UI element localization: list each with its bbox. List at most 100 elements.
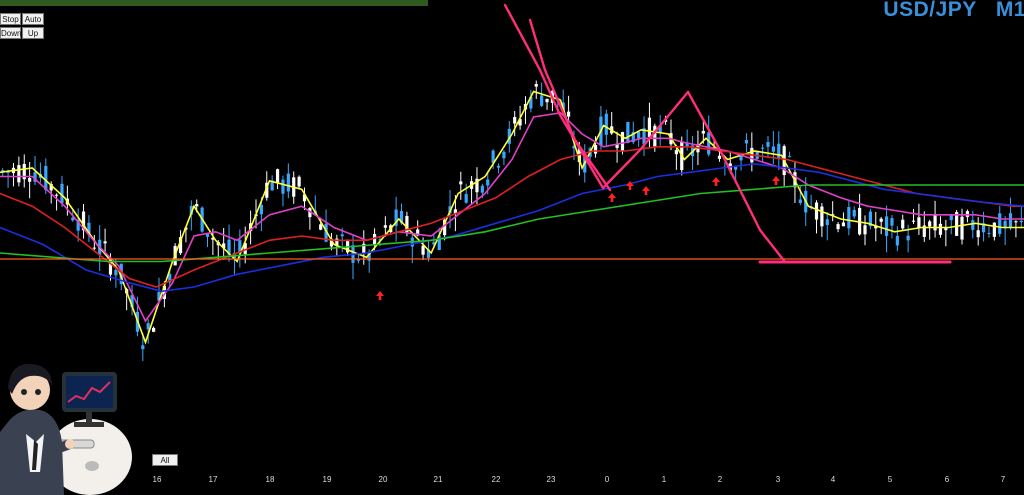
candle-body [771, 146, 775, 152]
candle-body [895, 235, 899, 246]
x-tick-label: 6 [944, 475, 950, 484]
candle-body [92, 247, 96, 249]
candle-body [847, 207, 851, 229]
x-tick-label: 2 [717, 475, 723, 484]
candle-body [998, 213, 1002, 234]
candle-body [906, 235, 910, 241]
candle-body [960, 216, 964, 240]
up-arrow-signal-1 [376, 291, 384, 300]
candle-body [955, 212, 959, 236]
presenter-avatar-image [0, 363, 132, 495]
candle-body [566, 111, 571, 117]
candle-body [54, 194, 59, 196]
candle-body [992, 222, 996, 237]
stop-button[interactable]: Stop [0, 13, 21, 25]
candle-body [626, 122, 630, 143]
up-button[interactable]: Up [22, 27, 44, 39]
candle-body [938, 223, 943, 235]
candle-body [319, 224, 323, 230]
candle-body [766, 142, 770, 147]
candle-body [259, 204, 263, 215]
candle-body [421, 245, 425, 255]
candle-body [701, 130, 705, 134]
candle-body [383, 225, 387, 228]
price-chart [0, 3, 1024, 362]
candle-body [513, 117, 517, 124]
candle-body [1008, 213, 1013, 229]
candle-body [901, 219, 905, 229]
candle-body [275, 169, 280, 183]
candle-body [647, 117, 652, 137]
candle-body [852, 209, 856, 217]
candle-body [534, 84, 538, 87]
x-tick-label: 0 [604, 475, 610, 484]
candle-body [195, 204, 199, 207]
symbol-label: USD/JPY M1 [883, 0, 1024, 22]
x-tick-label: 4 [830, 475, 836, 484]
candle-body [825, 219, 829, 225]
candle-body [761, 147, 765, 149]
timeframe-label: M1 [995, 0, 1024, 21]
down-button[interactable]: Down [0, 27, 21, 39]
candle-body [637, 131, 641, 139]
candle-body [863, 225, 867, 235]
candle-body [890, 218, 894, 226]
x-tick-label: 3 [775, 475, 781, 484]
candle-body [884, 216, 889, 236]
candle-body [545, 98, 549, 103]
candle-body [836, 224, 840, 230]
candle-body [17, 165, 21, 183]
up-arrow-signal-2 [608, 193, 616, 202]
candle-body [707, 132, 711, 155]
candle-body [674, 150, 678, 155]
trend-annotations [503, 3, 952, 264]
candle-body [879, 218, 883, 222]
x-tick-label: 22 [491, 475, 501, 484]
up-arrow-signal-6 [772, 176, 780, 185]
candle-body [911, 220, 916, 222]
candle-body [971, 220, 975, 230]
candle-body [486, 179, 490, 186]
candle-body [464, 194, 468, 203]
candle-body [976, 230, 980, 238]
candle-body [787, 156, 792, 158]
candle-body [928, 221, 932, 227]
candle-body [286, 173, 290, 192]
candle-body [814, 202, 819, 220]
candle-body [480, 185, 484, 193]
candle-body [114, 269, 118, 276]
candle-body [152, 327, 156, 332]
candle-body [604, 113, 608, 135]
candle-body [841, 222, 846, 227]
x-tick-label: 20 [378, 475, 388, 484]
x-tick-label: 5 [887, 475, 893, 484]
candle-body [28, 177, 32, 182]
candle-body [44, 165, 48, 191]
auto-button[interactable]: Auto [22, 13, 44, 25]
candle-body [798, 199, 802, 203]
candle-body [141, 345, 145, 350]
all-button[interactable]: All [152, 454, 178, 466]
candle-body [820, 206, 824, 227]
x-tick-label: 21 [433, 475, 443, 484]
candle-body [103, 241, 107, 244]
candle-body [502, 151, 506, 159]
candle-body [734, 167, 738, 170]
x-tick-label: 7 [1000, 475, 1006, 484]
candle-body [496, 165, 501, 168]
top-status-bar [0, 0, 428, 6]
candle-body [459, 181, 463, 185]
candle-body [987, 232, 991, 234]
candle-body [744, 140, 749, 144]
candle-body [1014, 221, 1018, 223]
candle-body [717, 155, 722, 159]
symbol-name: USD/JPY [883, 0, 977, 21]
candle-body [1019, 220, 1023, 223]
x-tick-label: 16 [152, 475, 162, 484]
candle-body [620, 132, 625, 152]
up-arrow-signal-5 [712, 177, 720, 186]
up-arrow-signal-4 [642, 186, 650, 195]
candle-body [917, 217, 921, 228]
annotation-stroke-4 [686, 90, 787, 264]
x-tick-label: 23 [546, 475, 556, 484]
